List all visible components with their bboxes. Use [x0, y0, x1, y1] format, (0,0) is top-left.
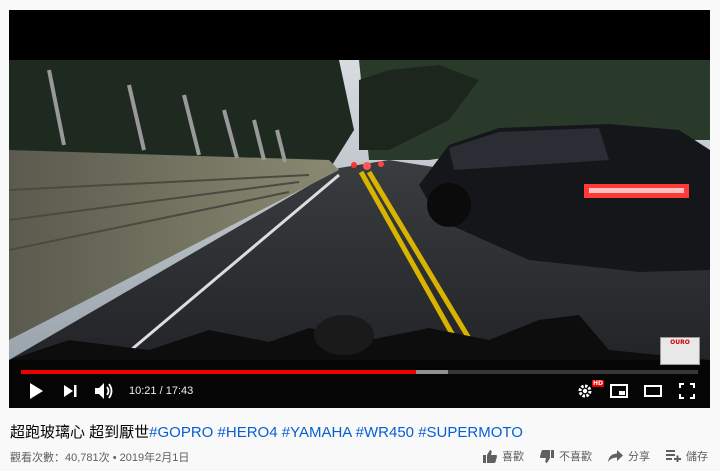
hashtag-link[interactable]: #SUPERMOTO — [418, 424, 523, 441]
title-text: 超跑玻璃心 超到厭世 — [10, 424, 150, 441]
player-controls: 10:21 / 17:43 HD — [9, 374, 710, 408]
time-display: 10:21 / 17:43 — [129, 385, 193, 397]
upload-date: 2019年2月1日 — [119, 452, 190, 464]
save-button[interactable]: 儲存 — [666, 448, 708, 464]
fullscreen-icon — [679, 383, 695, 399]
view-count: 觀看次數：40,781次 — [10, 452, 110, 464]
time-separator: / — [159, 385, 163, 397]
watermark-text: OURO — [670, 339, 690, 346]
thumbs-up-icon — [483, 449, 497, 463]
playlist-add-icon — [666, 450, 681, 462]
miniplayer-button[interactable] — [602, 374, 636, 408]
settings-button[interactable]: HD — [568, 374, 604, 408]
play-button[interactable] — [19, 374, 53, 408]
dislike-button[interactable]: 不喜歡 — [540, 448, 592, 464]
hashtag-link[interactable]: #HERO4 — [218, 424, 278, 441]
fullscreen-button[interactable] — [670, 374, 704, 408]
hashtag-link[interactable]: #YAMAHA — [282, 424, 352, 441]
next-button[interactable] — [53, 374, 87, 408]
dislike-label: 不喜歡 — [559, 451, 592, 463]
volume-icon — [95, 383, 113, 399]
like-button[interactable]: 喜歡 — [483, 448, 524, 464]
like-label: 喜歡 — [502, 451, 524, 463]
hashtag-link[interactable]: #GOPRO — [149, 424, 213, 441]
share-icon — [608, 450, 623, 462]
duration: 17:43 — [165, 385, 194, 397]
video-title: 超跑玻璃心 超到厭世#GOPRO #HERO4 #YAMAHA #WR450 #… — [10, 421, 523, 442]
volume-button[interactable] — [87, 374, 121, 408]
current-time: 10:21 — [129, 385, 157, 397]
theater-icon — [644, 385, 662, 397]
save-label: 儲存 — [686, 451, 708, 463]
share-button[interactable]: 分享 — [608, 448, 650, 464]
thumbs-down-icon — [540, 449, 554, 463]
channel-watermark[interactable]: OURO — [660, 337, 700, 365]
play-icon — [30, 383, 43, 399]
video-actions: 喜歡 不喜歡 分享 儲存 — [467, 448, 708, 464]
share-label: 分享 — [628, 451, 650, 463]
meta-separator: • — [112, 452, 117, 464]
next-icon — [63, 385, 76, 397]
hashtag-link[interactable]: #WR450 — [356, 424, 414, 441]
video-player[interactable]: OURO 10:21 / 17:43 HD — [9, 10, 710, 408]
settings-icon — [578, 384, 592, 398]
theater-button[interactable] — [636, 374, 670, 408]
miniplayer-icon — [610, 384, 628, 398]
video-frame[interactable] — [9, 10, 710, 408]
hd-badge: HD — [591, 380, 604, 387]
video-meta: 觀看次數：40,781次 • 2019年2月1日 — [10, 449, 189, 465]
